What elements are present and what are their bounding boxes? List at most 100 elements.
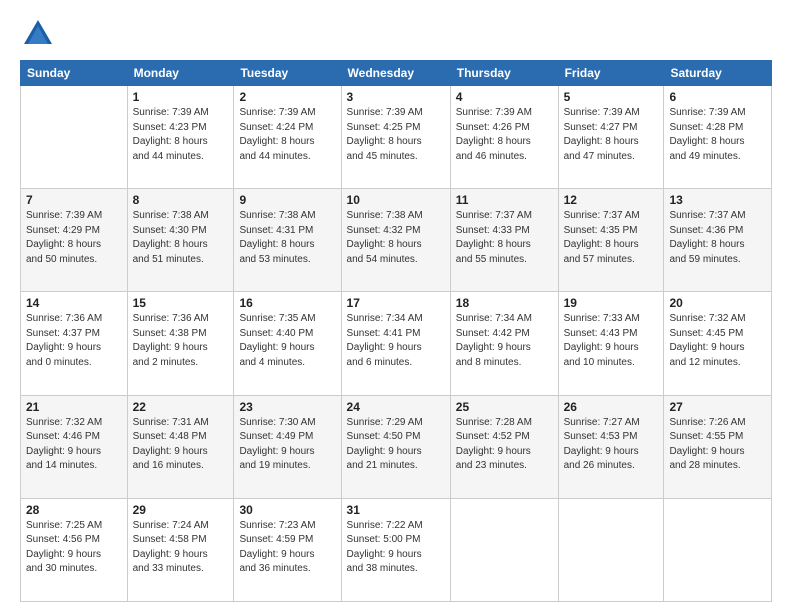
day-number: 2: [239, 90, 335, 104]
week-row-2: 7Sunrise: 7:39 AM Sunset: 4:29 PM Daylig…: [21, 189, 772, 292]
calendar-cell: 5 Sunrise: 7:39 AM Sunset: 4:27 PM Daylig…: [558, 86, 664, 189]
day-info: Sunrise: 7:32 AM Sunset: 4:46 PM Dayligh…: [26, 416, 122, 474]
day-number: 22: [133, 400, 229, 414]
calendar-cell: 31 Sunrise: 7:22 AM Sunset: 5:00 PM Dayli…: [341, 498, 450, 601]
column-header-friday: Friday: [558, 61, 664, 86]
day-number: 13: [669, 193, 766, 207]
day-number: 8: [133, 193, 229, 207]
header: [20, 16, 772, 52]
day-number: 17: [347, 296, 445, 310]
calendar-cell: 14 Sunrise: 7:36 AM Sunset: 4:37 PM Dayli…: [21, 292, 128, 395]
logo-icon: [20, 16, 56, 52]
calendar-cell: 18Sunrise: 7:34 AM Sunset: 4:42 PM Dayli…: [450, 292, 558, 395]
calendar-cell: 10 Sunrise: 7:38 AM Sunset: 4:32 PM Dayli…: [341, 189, 450, 292]
day-info: Sunrise: 7:36 AM Sunset: 4:37 PM Dayligh…: [26, 312, 122, 370]
day-number: 16: [239, 296, 335, 310]
calendar-header-row: SundayMondayTuesdayWednesdayThursdayFrid…: [21, 61, 772, 86]
day-number: 21: [26, 400, 122, 414]
calendar-cell: [21, 86, 128, 189]
day-number: 18: [456, 296, 553, 310]
day-number: 3: [347, 90, 445, 104]
calendar-cell: 1 Sunrise: 7:39 AM Sunset: 4:23 PM Daylig…: [127, 86, 234, 189]
day-info: Sunrise: 7:38 AM Sunset: 4:30 PM Dayligh…: [133, 209, 229, 267]
calendar-cell: 25 Sunrise: 7:28 AM Sunset: 4:52 PM Dayli…: [450, 395, 558, 498]
calendar-cell: 16 Sunrise: 7:35 AM Sunset: 4:40 PM Dayli…: [234, 292, 341, 395]
calendar-cell: 12 Sunrise: 7:37 AM Sunset: 4:35 PM Dayli…: [558, 189, 664, 292]
day-info: Sunrise: 7:39 AM Sunset: 4:28 PM Dayligh…: [669, 106, 766, 164]
calendar-cell: [558, 498, 664, 601]
day-info: Sunrise: 7:38 AM Sunset: 4:32 PM Dayligh…: [347, 209, 445, 267]
day-number: 14: [26, 296, 122, 310]
day-number: 7: [26, 193, 122, 207]
column-header-thursday: Thursday: [450, 61, 558, 86]
calendar-cell: 19 Sunrise: 7:33 AM Sunset: 4:43 PM Dayli…: [558, 292, 664, 395]
day-info: Sunrise: 7:39 AM Sunset: 4:25 PM Dayligh…: [347, 106, 445, 164]
day-info: Sunrise: 7:31 AM Sunset: 4:48 PM Dayligh…: [133, 416, 229, 474]
page: SundayMondayTuesdayWednesdayThursdayFrid…: [0, 0, 792, 612]
day-number: 6: [669, 90, 766, 104]
day-number: 20: [669, 296, 766, 310]
calendar-cell: 15 Sunrise: 7:36 AM Sunset: 4:38 PM Dayli…: [127, 292, 234, 395]
day-info: Sunrise: 7:27 AM Sunset: 4:53 PM Dayligh…: [564, 416, 659, 474]
calendar-cell: 22 Sunrise: 7:31 AM Sunset: 4:48 PM Dayli…: [127, 395, 234, 498]
calendar-cell: 4Sunrise: 7:39 AM Sunset: 4:26 PM Daylig…: [450, 86, 558, 189]
week-row-4: 21 Sunrise: 7:32 AM Sunset: 4:46 PM Dayli…: [21, 395, 772, 498]
day-info: Sunrise: 7:24 AM Sunset: 4:58 PM Dayligh…: [133, 519, 229, 577]
day-number: 29: [133, 503, 229, 517]
calendar-cell: 27 Sunrise: 7:26 AM Sunset: 4:55 PM Dayli…: [664, 395, 772, 498]
day-info: Sunrise: 7:23 AM Sunset: 4:59 PM Dayligh…: [239, 519, 335, 577]
day-info: Sunrise: 7:37 AM Sunset: 4:36 PM Dayligh…: [669, 209, 766, 267]
day-number: 5: [564, 90, 659, 104]
day-number: 27: [669, 400, 766, 414]
calendar-cell: 17 Sunrise: 7:34 AM Sunset: 4:41 PM Dayli…: [341, 292, 450, 395]
day-number: 10: [347, 193, 445, 207]
calendar-cell: [450, 498, 558, 601]
day-number: 11: [456, 193, 553, 207]
day-number: 25: [456, 400, 553, 414]
calendar-cell: 20 Sunrise: 7:32 AM Sunset: 4:45 PM Dayli…: [664, 292, 772, 395]
day-info: Sunrise: 7:37 AM Sunset: 4:35 PM Dayligh…: [564, 209, 659, 267]
day-info: Sunrise: 7:28 AM Sunset: 4:52 PM Dayligh…: [456, 416, 553, 474]
calendar-cell: 3 Sunrise: 7:39 AM Sunset: 4:25 PM Daylig…: [341, 86, 450, 189]
day-info: Sunrise: 7:29 AM Sunset: 4:50 PM Dayligh…: [347, 416, 445, 474]
day-info: Sunrise: 7:30 AM Sunset: 4:49 PM Dayligh…: [239, 416, 335, 474]
day-info: Sunrise: 7:39 AM Sunset: 4:24 PM Dayligh…: [239, 106, 335, 164]
day-info: Sunrise: 7:39 AM Sunset: 4:23 PM Dayligh…: [133, 106, 229, 164]
day-number: 9: [239, 193, 335, 207]
calendar-cell: 26 Sunrise: 7:27 AM Sunset: 4:53 PM Dayli…: [558, 395, 664, 498]
calendar-cell: 23Sunrise: 7:30 AM Sunset: 4:49 PM Dayli…: [234, 395, 341, 498]
column-header-tuesday: Tuesday: [234, 61, 341, 86]
calendar-cell: 24 Sunrise: 7:29 AM Sunset: 4:50 PM Dayli…: [341, 395, 450, 498]
calendar-cell: 8 Sunrise: 7:38 AM Sunset: 4:30 PM Daylig…: [127, 189, 234, 292]
day-info: Sunrise: 7:36 AM Sunset: 4:38 PM Dayligh…: [133, 312, 229, 370]
day-info: Sunrise: 7:33 AM Sunset: 4:43 PM Dayligh…: [564, 312, 659, 370]
day-number: 1: [133, 90, 229, 104]
column-header-sunday: Sunday: [21, 61, 128, 86]
column-header-saturday: Saturday: [664, 61, 772, 86]
day-number: 19: [564, 296, 659, 310]
day-number: 24: [347, 400, 445, 414]
calendar-table: SundayMondayTuesdayWednesdayThursdayFrid…: [20, 60, 772, 602]
calendar-cell: 2 Sunrise: 7:39 AM Sunset: 4:24 PM Daylig…: [234, 86, 341, 189]
day-number: 12: [564, 193, 659, 207]
day-number: 31: [347, 503, 445, 517]
day-info: Sunrise: 7:22 AM Sunset: 5:00 PM Dayligh…: [347, 519, 445, 577]
week-row-3: 14 Sunrise: 7:36 AM Sunset: 4:37 PM Dayli…: [21, 292, 772, 395]
day-info: Sunrise: 7:39 AM Sunset: 4:26 PM Dayligh…: [456, 106, 553, 164]
day-info: Sunrise: 7:35 AM Sunset: 4:40 PM Dayligh…: [239, 312, 335, 370]
column-header-wednesday: Wednesday: [341, 61, 450, 86]
day-number: 15: [133, 296, 229, 310]
calendar-cell: 7Sunrise: 7:39 AM Sunset: 4:29 PM Daylig…: [21, 189, 128, 292]
calendar-cell: 6 Sunrise: 7:39 AM Sunset: 4:28 PM Daylig…: [664, 86, 772, 189]
day-info: Sunrise: 7:37 AM Sunset: 4:33 PM Dayligh…: [456, 209, 553, 267]
day-info: Sunrise: 7:32 AM Sunset: 4:45 PM Dayligh…: [669, 312, 766, 370]
day-info: Sunrise: 7:26 AM Sunset: 4:55 PM Dayligh…: [669, 416, 766, 474]
day-info: Sunrise: 7:34 AM Sunset: 4:41 PM Dayligh…: [347, 312, 445, 370]
day-info: Sunrise: 7:39 AM Sunset: 4:27 PM Dayligh…: [564, 106, 659, 164]
day-info: Sunrise: 7:25 AM Sunset: 4:56 PM Dayligh…: [26, 519, 122, 577]
column-header-monday: Monday: [127, 61, 234, 86]
calendar-cell: 29 Sunrise: 7:24 AM Sunset: 4:58 PM Dayli…: [127, 498, 234, 601]
calendar-cell: 21 Sunrise: 7:32 AM Sunset: 4:46 PM Dayli…: [21, 395, 128, 498]
calendar-cell: 13 Sunrise: 7:37 AM Sunset: 4:36 PM Dayli…: [664, 189, 772, 292]
day-number: 26: [564, 400, 659, 414]
